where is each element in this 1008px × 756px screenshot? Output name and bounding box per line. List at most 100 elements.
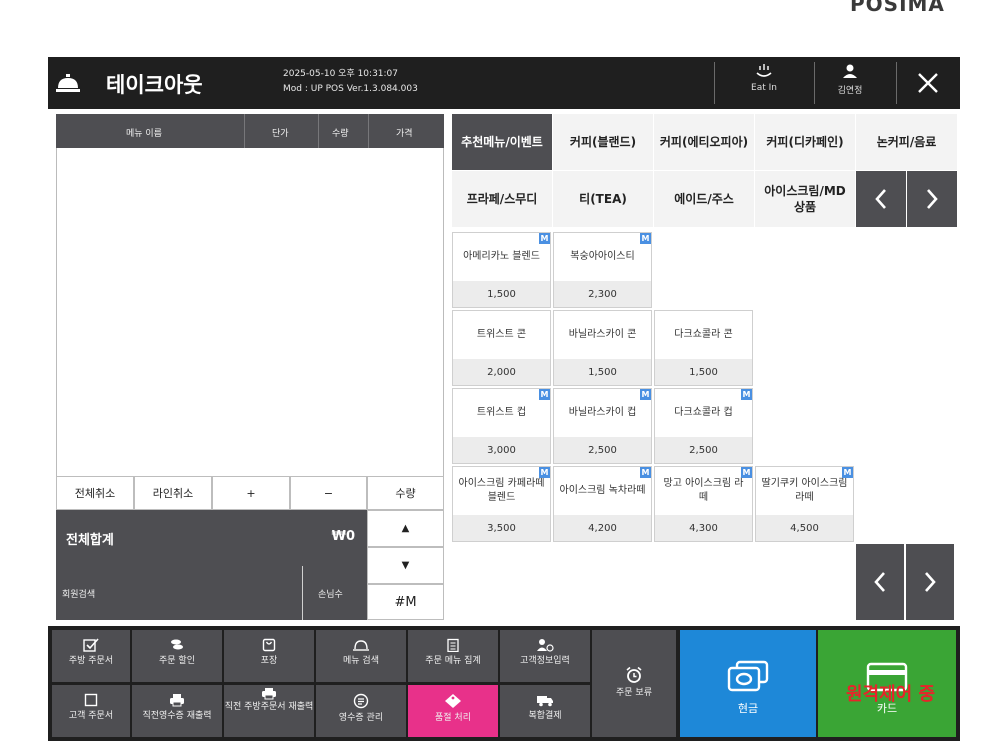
category-tab[interactable]: 커피(블랜드): [553, 114, 654, 170]
scroll-up-button[interactable]: ▲: [367, 510, 444, 547]
order-discount-button[interactable]: 주문 할인: [132, 630, 222, 682]
menu-item[interactable]: 트위스트 콘 2,000: [452, 310, 551, 386]
user-add-icon: [537, 639, 554, 652]
order-list[interactable]: [56, 148, 444, 476]
version: Mod : UP POS Ver.1.3.084.003: [283, 84, 418, 94]
quantity-button[interactable]: 수량: [367, 476, 444, 510]
divider: [368, 114, 369, 148]
m-badge: M: [640, 467, 651, 478]
menu-item[interactable]: 다크쇼콜라 컵 2,500 M: [654, 388, 753, 464]
member-search-button[interactable]: 회원검색: [62, 587, 95, 600]
minus-button[interactable]: −: [290, 476, 367, 510]
chevron-right-icon: [927, 189, 938, 209]
bag-icon: [262, 638, 276, 652]
receipt-manage-button[interactable]: 영수증 관리: [316, 685, 406, 737]
divider: [302, 566, 303, 620]
category-tab[interactable]: 추천메뉴/이벤트: [452, 114, 553, 170]
remote-control-indicator: 원격제어 중: [846, 684, 936, 705]
m-badge: M: [741, 389, 752, 400]
square-icon: [84, 693, 98, 707]
menu-item[interactable]: 바닐라스카이 콘 1,500: [553, 310, 652, 386]
receipt-settings-icon: [353, 693, 369, 709]
total-row: 전체합계 ₩0: [56, 510, 367, 566]
top-bar: 테이크아웃 2025-05-10 오후 10:31:07 Mod : UP PO…: [48, 57, 960, 109]
hold-order-button[interactable]: 주문 보류: [592, 630, 676, 737]
category-prev-button[interactable]: [856, 171, 906, 227]
service-bell-icon: [56, 74, 80, 92]
divider: [714, 62, 715, 104]
scroll-down-button[interactable]: ▼: [367, 547, 444, 584]
menu-item[interactable]: 바닐라스카이 컵 2,500 M: [553, 388, 652, 464]
category-tab[interactable]: 커피(디카페인): [755, 114, 856, 170]
col-menu-name: 메뉴 이름: [126, 129, 162, 139]
menu-item[interactable]: 아이스크림 녹차라떼 4,200 M: [553, 466, 652, 542]
user-button[interactable]: 김연정: [820, 61, 880, 105]
category-tab[interactable]: 에이드/주스: [654, 171, 755, 227]
page-prev-button[interactable]: [856, 544, 904, 620]
split-pay-button[interactable]: 복합결제: [500, 685, 590, 737]
plus-button[interactable]: +: [212, 476, 290, 510]
page-next-button[interactable]: [906, 544, 954, 620]
cloche-icon: [353, 640, 369, 651]
function-bar: 주방 주문서 주문 할인 포장 메뉴 검색 주문 메뉴 집계 고객정보입력 고객…: [48, 626, 960, 741]
m-badge: M: [640, 389, 651, 400]
col-price: 가격: [396, 129, 413, 139]
menu-item[interactable]: 트위스트 컵 3,000 M: [452, 388, 551, 464]
chevron-left-icon: [874, 572, 885, 592]
m-badge: M: [539, 389, 550, 400]
m-badge: M: [640, 233, 651, 244]
divider: [896, 62, 897, 104]
customer-info-button[interactable]: 고객정보입력: [500, 630, 590, 682]
col-qty: 수량: [332, 129, 349, 139]
user-icon: [843, 64, 857, 78]
menu-item[interactable]: 아메리카노 블렌드 1,500 M: [452, 232, 551, 308]
close-icon[interactable]: [914, 69, 942, 97]
eat-in-button[interactable]: Eat In: [732, 61, 796, 105]
cash-button[interactable]: 현금: [680, 630, 816, 737]
divider: [318, 114, 319, 148]
category-tab[interactable]: 프라페/스무디: [452, 171, 553, 227]
category-tab[interactable]: 논커피/음료: [856, 114, 958, 170]
guest-count-button[interactable]: 손님수: [318, 587, 343, 600]
menu-item[interactable]: 딸기쿠키 아이스크림 라떼 4,500 M: [755, 466, 854, 542]
order-type-title: 테이크아웃: [106, 73, 203, 97]
member-row: 회원검색 손님수: [56, 566, 367, 620]
takeout-button[interactable]: 포장: [224, 630, 314, 682]
kitchen-order-button[interactable]: 주방 주문서: [52, 630, 130, 682]
order-table-header: 메뉴 이름 단가 수량 가격: [56, 114, 444, 148]
reprint-kitchen-button[interactable]: 직전 주방주문서 재출력: [224, 685, 314, 737]
checkbox-icon: [83, 638, 99, 652]
total-amount: ₩0: [331, 529, 355, 544]
m-badge: M: [539, 233, 550, 244]
m-badge: M: [539, 467, 550, 478]
cash-icon: [727, 660, 769, 692]
menu-item[interactable]: 아이스크림 카페라떼 블렌드 3,500 M: [452, 466, 551, 542]
category-tab[interactable]: 티(TEA): [553, 171, 654, 227]
category-tab[interactable]: 아이스크림/MD 상품: [755, 171, 856, 227]
hash-m-button[interactable]: #M: [367, 584, 444, 620]
menu-item[interactable]: 복숭아아이스티 2,300 M: [553, 232, 652, 308]
order-menu-total-button[interactable]: 주문 메뉴 집계: [408, 630, 498, 682]
cancel-all-button[interactable]: 전체취소: [56, 476, 134, 510]
menu-item[interactable]: 다크쇼콜라 콘 1,500: [654, 310, 753, 386]
brand-logo: POSIMA: [850, 0, 945, 14]
soldout-tag-icon: [445, 694, 461, 708]
soldout-button[interactable]: 품절 처리: [408, 685, 498, 737]
divider: [814, 62, 815, 104]
alarm-clock-icon: [626, 666, 642, 683]
printer-icon: [262, 688, 276, 700]
menu-item[interactable]: 망고 아이스크림 라떼 4,300 M: [654, 466, 753, 542]
customer-order-button[interactable]: 고객 주문서: [52, 685, 130, 737]
category-next-button[interactable]: [907, 171, 957, 227]
category-tab[interactable]: 커피(에티오피아): [654, 114, 755, 170]
menu-search-button[interactable]: 메뉴 검색: [316, 630, 406, 682]
total-label: 전체합계: [66, 533, 114, 548]
clipboard-icon: [447, 638, 459, 652]
m-badge: M: [842, 467, 853, 478]
printer-icon: [170, 694, 184, 707]
cancel-line-button[interactable]: 라인취소: [134, 476, 212, 510]
order-controls: 전체취소 라인취소 + − 수량: [56, 476, 444, 510]
chevron-right-icon: [925, 572, 936, 592]
datetime: 2025-05-10 오후 10:31:07: [283, 69, 399, 79]
reprint-receipt-button[interactable]: 직전영수증 재출력: [132, 685, 222, 737]
